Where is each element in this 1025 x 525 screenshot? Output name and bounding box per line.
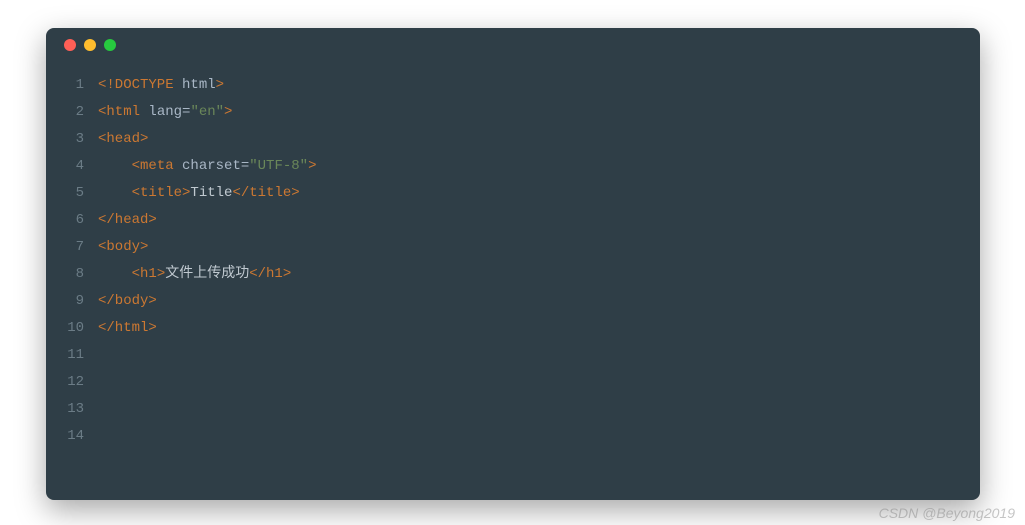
line-number: 12 — [46, 369, 98, 396]
line-content[interactable]: <h1>文件上传成功</h1> — [98, 261, 291, 288]
token-txt — [98, 266, 132, 282]
code-line[interactable]: 5 <title>Title</title> — [46, 180, 980, 207]
token-txt: 文件上传成功 — [165, 266, 249, 282]
code-line[interactable]: 10</html> — [46, 315, 980, 342]
token-str: "en" — [190, 104, 224, 120]
token-txt: Title — [190, 185, 232, 201]
code-line[interactable]: 1<!DOCTYPE html> — [46, 72, 980, 99]
minimize-icon[interactable] — [84, 39, 96, 51]
line-content[interactable]: <title>Title</title> — [98, 180, 300, 207]
code-line[interactable]: 2<html lang="en"> — [46, 99, 980, 126]
line-content[interactable]: <html lang="en"> — [98, 99, 232, 126]
line-number: 4 — [46, 153, 98, 180]
token-str: "UTF-8" — [249, 158, 308, 174]
token-tag: > — [308, 158, 316, 174]
code-line[interactable]: 7<body> — [46, 234, 980, 261]
token-tag: </body> — [98, 293, 157, 309]
token-tag: </title> — [232, 185, 299, 201]
token-tag: <html — [98, 104, 148, 120]
token-tag: <head> — [98, 131, 148, 147]
token-tag: > — [224, 104, 232, 120]
token-tag: </head> — [98, 212, 157, 228]
watermark-text: CSDN @Beyong2019 — [879, 505, 1015, 521]
close-icon[interactable] — [64, 39, 76, 51]
line-content[interactable]: <!DOCTYPE html> — [98, 72, 224, 99]
token-tag: <title> — [132, 185, 191, 201]
token-tag: </html> — [98, 320, 157, 336]
line-number: 13 — [46, 396, 98, 423]
line-content[interactable]: </head> — [98, 207, 157, 234]
line-number: 11 — [46, 342, 98, 369]
editor-window: 1<!DOCTYPE html>2<html lang="en">3<head>… — [46, 28, 980, 500]
code-line[interactable]: 12 — [46, 369, 980, 396]
code-line[interactable]: 4 <meta charset="UTF-8"> — [46, 153, 980, 180]
token-tag: > — [216, 77, 224, 93]
line-number: 6 — [46, 207, 98, 234]
code-line[interactable]: 3<head> — [46, 126, 980, 153]
line-content[interactable]: <body> — [98, 234, 148, 261]
code-area[interactable]: 1<!DOCTYPE html>2<html lang="en">3<head>… — [46, 62, 980, 450]
line-number: 10 — [46, 315, 98, 342]
token-tag: </h1> — [249, 266, 291, 282]
line-number: 14 — [46, 423, 98, 450]
window-titlebar — [46, 28, 980, 62]
maximize-icon[interactable] — [104, 39, 116, 51]
code-line[interactable]: 11 — [46, 342, 980, 369]
code-line[interactable]: 6</head> — [46, 207, 980, 234]
token-tag: <body> — [98, 239, 148, 255]
code-line[interactable]: 14 — [46, 423, 980, 450]
token-attr: lang= — [148, 104, 190, 120]
token-attr: html — [182, 77, 216, 93]
line-number: 7 — [46, 234, 98, 261]
line-number: 1 — [46, 72, 98, 99]
code-line[interactable]: 9</body> — [46, 288, 980, 315]
token-txt — [98, 158, 132, 174]
token-attr: charset= — [182, 158, 249, 174]
line-number: 9 — [46, 288, 98, 315]
line-content[interactable]: <meta charset="UTF-8"> — [98, 153, 316, 180]
line-number: 3 — [46, 126, 98, 153]
line-number: 8 — [46, 261, 98, 288]
token-tag: <h1> — [132, 266, 166, 282]
line-content[interactable]: </body> — [98, 288, 157, 315]
code-line[interactable]: 8 <h1>文件上传成功</h1> — [46, 261, 980, 288]
token-tag: <!DOCTYPE — [98, 77, 182, 93]
line-content[interactable]: </html> — [98, 315, 157, 342]
token-txt — [98, 185, 132, 201]
code-line[interactable]: 13 — [46, 396, 980, 423]
line-content[interactable]: <head> — [98, 126, 148, 153]
line-number: 5 — [46, 180, 98, 207]
line-number: 2 — [46, 99, 98, 126]
token-tag: <meta — [132, 158, 182, 174]
